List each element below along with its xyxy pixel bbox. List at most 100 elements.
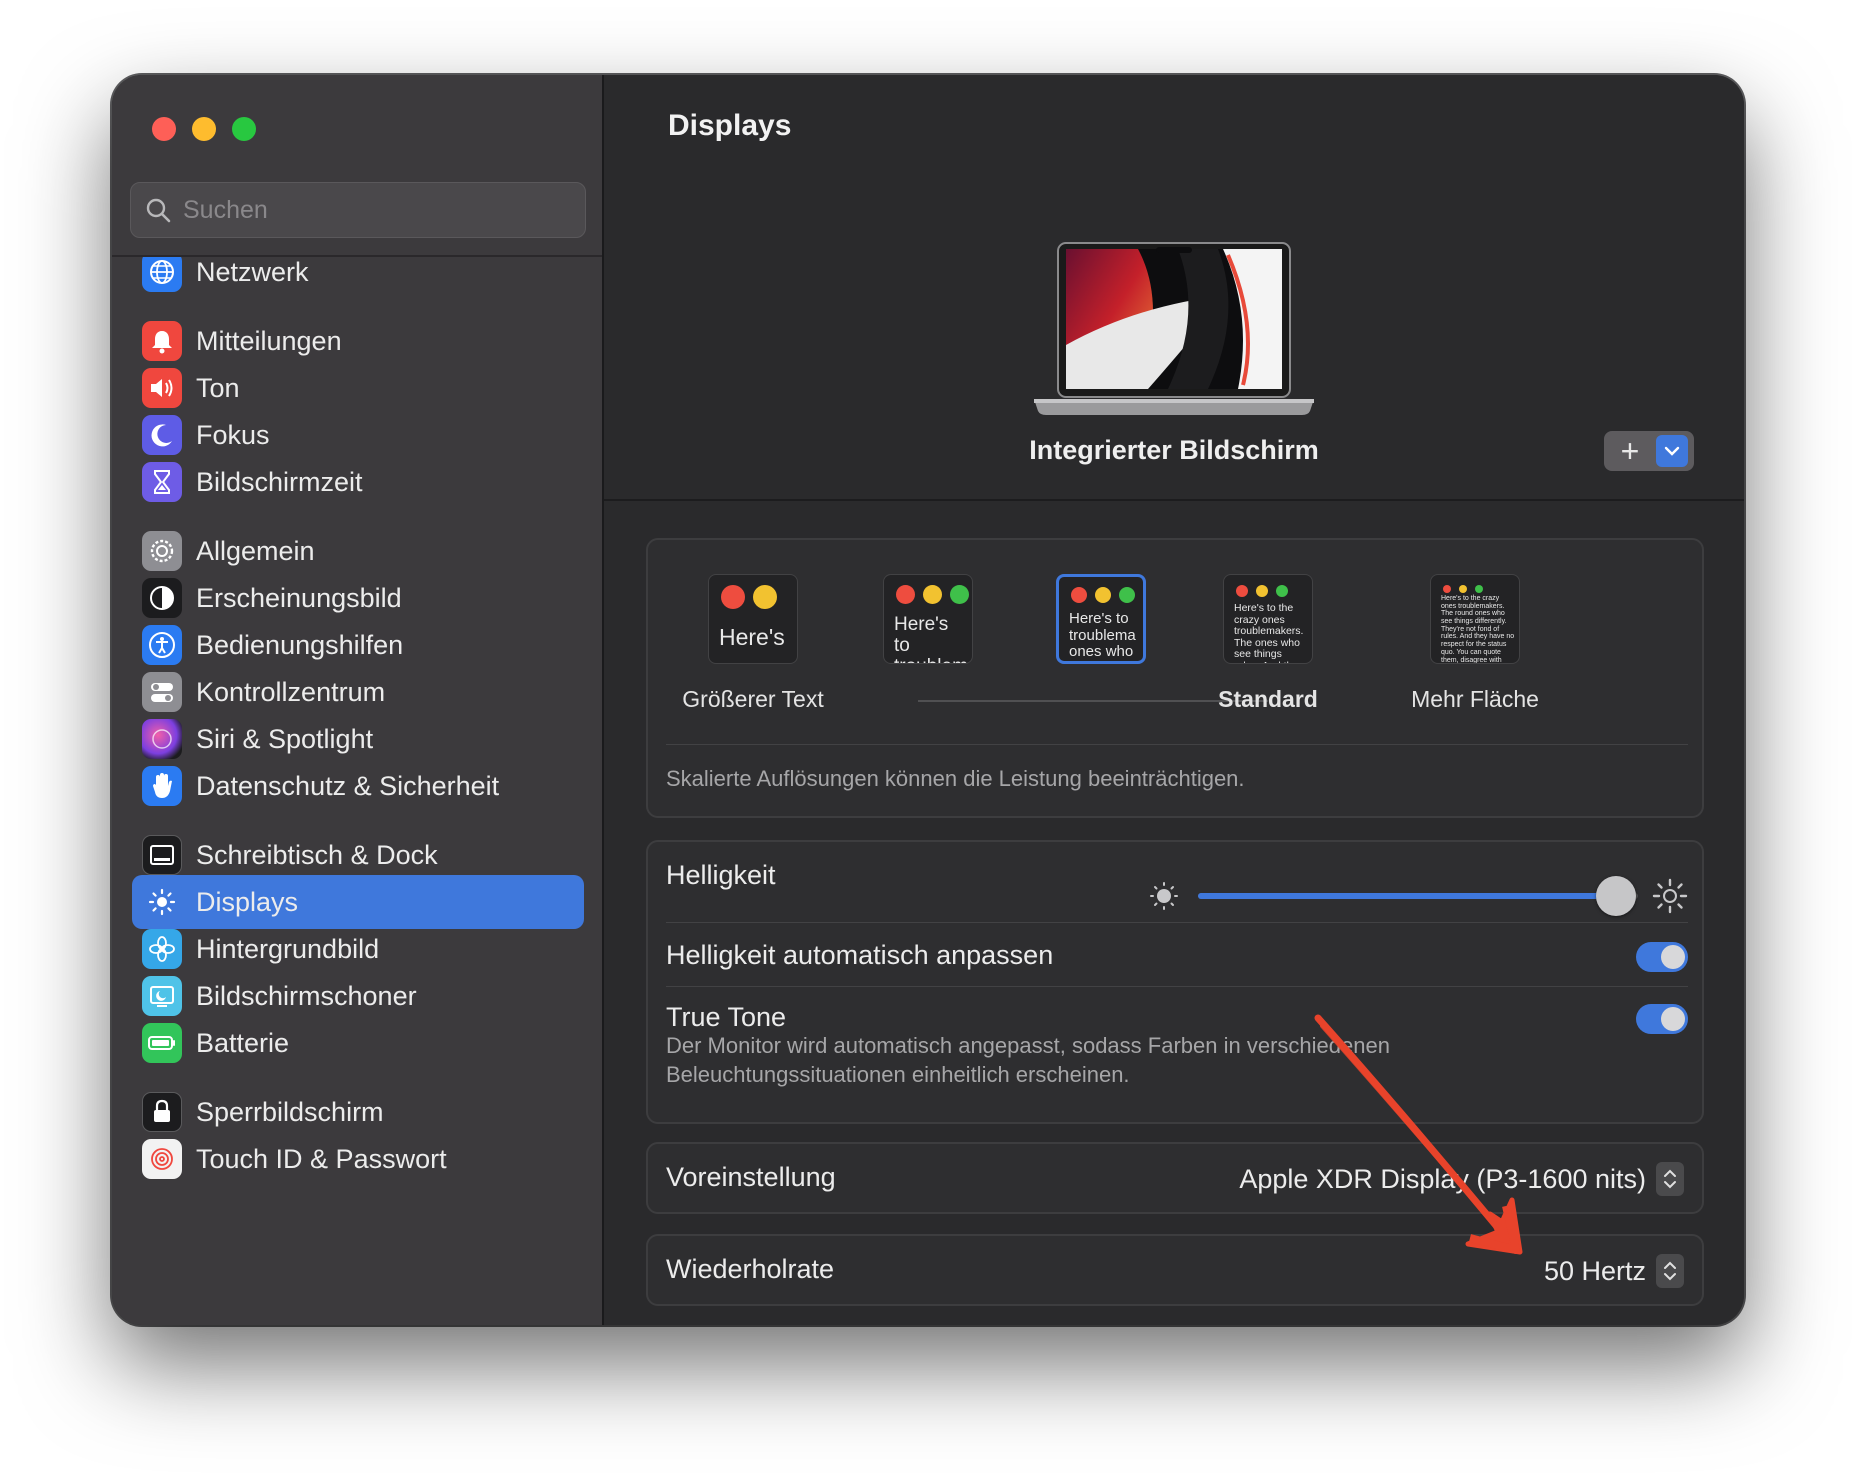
sidebar-item-siri-spotlight[interactable]: Siri & Spotlight [132, 712, 584, 766]
sidebar-item-label: Mitteilungen [196, 325, 342, 356]
true-tone-toggle[interactable] [1636, 1004, 1688, 1034]
window-controls [152, 117, 256, 141]
search-input[interactable] [183, 195, 563, 225]
plus-icon: + [1620, 433, 1640, 469]
sidebar-item-displays[interactable]: Displays [132, 875, 584, 929]
chevron-down-icon[interactable] [1656, 435, 1688, 467]
sidebar-item-schreibtisch-dock[interactable]: Schreibtisch & Dock [132, 828, 584, 882]
display-name: Integrierter Bildschirm [1029, 435, 1319, 465]
system-settings-window: Netzwerk Mitteilungen Ton Fokus [112, 75, 1744, 1325]
sidebar-item-label: Touch ID & Passwort [196, 1143, 447, 1174]
sidebar-item-label: Batterie [196, 1027, 290, 1058]
appearance-icon [142, 578, 182, 618]
battery-icon [142, 1023, 182, 1063]
brightness-track-fill [1198, 893, 1616, 899]
refresh-rate-value: 50 Hertz [1543, 1255, 1646, 1286]
resolution-label: Standard [1218, 686, 1318, 712]
resolution-option-more-space[interactable]: Here's to the crazy ones troublemakers. … [1370, 574, 1580, 713]
sidebar-item-bildschirmzeit[interactable]: Bildschirmzeit [132, 455, 584, 509]
auto-brightness-toggle[interactable] [1636, 942, 1688, 972]
sidebar-item-label: Fokus [196, 419, 270, 450]
up-down-arrows-icon [1656, 1162, 1684, 1196]
sidebar-item-datenschutz[interactable]: Datenschutz & Sicherheit [132, 759, 584, 813]
sidebar-item-netzwerk[interactable]: Netzwerk [132, 257, 584, 299]
row-divider [666, 986, 1688, 987]
resolution-sample-text: Here's to the crazy ones troublemakers. … [1234, 602, 1304, 663]
sidebar-item-hintergrundbild[interactable]: Hintergrundbild [132, 922, 584, 976]
accessibility-icon [142, 625, 182, 665]
resolution-label: Mehr Fläche [1411, 686, 1539, 712]
resolution-sample-text: Here's to the crazy ones troublemakers. … [1441, 595, 1515, 664]
true-tone-label: True Tone [666, 1002, 787, 1032]
sidebar-item-bedienungshilfen[interactable]: Bedienungshilfen [132, 618, 584, 672]
fingerprint-icon [142, 1139, 182, 1179]
sun-icon [142, 882, 182, 922]
sidebar-item-sperrbildschirm[interactable]: Sperrbildschirm [132, 1085, 584, 1139]
refresh-rate-card: Wiederholrate 50 Hertz [646, 1234, 1704, 1306]
resolution-option-standard[interactable]: Here's to the crazy ones troublemakers. … [1163, 574, 1373, 713]
up-down-arrows-icon [1656, 1254, 1684, 1288]
page-title: Displays [668, 109, 792, 142]
resolution-thumbnail: Here's to troublem [883, 574, 973, 664]
minimize-button[interactable] [192, 117, 216, 141]
sidebar-item-erscheinungsbild[interactable]: Erscheinungsbild [132, 571, 584, 625]
sidebar-item-allgemein[interactable]: Allgemein [132, 524, 584, 578]
siri-icon [142, 719, 182, 759]
sidebar-item-label: Allgemein [196, 535, 315, 566]
toggles-icon [142, 672, 182, 712]
dock-icon [142, 835, 182, 875]
search-icon [146, 198, 171, 223]
sidebar-item-label: Erscheinungsbild [196, 582, 402, 613]
sidebar-item-mitteilungen[interactable]: Mitteilungen [132, 314, 584, 368]
brightness-knob[interactable] [1596, 876, 1636, 916]
header-divider [604, 499, 1744, 501]
true-tone-description: Der Monitor wird automatisch angepasst, … [666, 1033, 1390, 1087]
close-button[interactable] [152, 117, 176, 141]
brightness-card: Helligkeit Helligkeit automatisch anpass… [646, 840, 1704, 1124]
resolution-thumbnail: Here's to the crazy ones troublemakers. … [1223, 574, 1313, 664]
zoom-button[interactable] [232, 117, 256, 141]
flower-icon [142, 929, 182, 969]
sidebar-item-label: Bildschirmzeit [196, 466, 363, 497]
resolution-divider [666, 744, 1688, 745]
resolution-thumbnail: Here's to the crazy ones troublemakers. … [1430, 574, 1520, 664]
resolution-card: Here's Größerer Text Here's to troublem … [646, 538, 1704, 818]
main-pane: Displays Integrierter Bildschirm + Here'… [604, 75, 1744, 1325]
search-field[interactable] [130, 182, 586, 238]
sidebar-nav: Netzwerk Mitteilungen Ton Fokus Bildschi… [112, 257, 602, 1325]
sidebar-item-kontrollzentrum[interactable]: Kontrollzentrum [132, 665, 584, 719]
brightness-label: Helligkeit [666, 860, 776, 890]
sidebar-item-label: Displays [196, 886, 299, 917]
sidebar-item-ton[interactable]: Ton [132, 361, 584, 415]
resolution-sample-text: Here's [719, 624, 785, 650]
resolution-thumbnail-selected: Here's to troublema ones who [1056, 574, 1146, 664]
globe-icon [142, 257, 182, 292]
sidebar-item-label: Schreibtisch & Dock [196, 839, 438, 870]
resolution-thumbnail: Here's [708, 574, 798, 664]
brightness-slider[interactable] [1148, 876, 1688, 916]
add-display-button[interactable]: + [1604, 431, 1694, 471]
sidebar-item-touch-id[interactable]: Touch ID & Passwort [132, 1132, 584, 1186]
hourglass-icon [142, 462, 182, 502]
sidebar-item-fokus[interactable]: Fokus [132, 408, 584, 462]
sun-large-icon [1652, 878, 1688, 914]
hand-icon [142, 766, 182, 806]
refresh-rate-label: Wiederholrate [666, 1254, 835, 1284]
sidebar-item-bildschirmschoner[interactable]: Bildschirmschoner [132, 969, 584, 1023]
resolution-sample-text: Here's to troublem [894, 614, 968, 663]
row-divider [666, 922, 1688, 923]
bell-icon [142, 321, 182, 361]
sidebar-item-label: Hintergrundbild [196, 933, 380, 964]
lock-icon [142, 1092, 182, 1132]
sidebar-item-batterie[interactable]: Batterie [132, 1016, 584, 1070]
preset-popup[interactable]: Apple XDR Display (P3-1600 nits) [1239, 1162, 1684, 1196]
sidebar-item-label: Sperrbildschirm [196, 1096, 384, 1127]
auto-brightness-label: Helligkeit automatisch anpassen [666, 940, 1054, 970]
speaker-icon [142, 368, 182, 408]
sidebar-item-label: Bildschirmschoner [196, 980, 417, 1011]
preset-card: Voreinstellung Apple XDR Display (P3-160… [646, 1142, 1704, 1214]
sun-small-icon [1150, 882, 1178, 910]
refresh-rate-popup[interactable]: 50 Hertz [1544, 1254, 1684, 1288]
preset-label: Voreinstellung [666, 1162, 836, 1192]
resolution-note: Skalierte Auflösungen können die Leistun… [666, 766, 1245, 791]
